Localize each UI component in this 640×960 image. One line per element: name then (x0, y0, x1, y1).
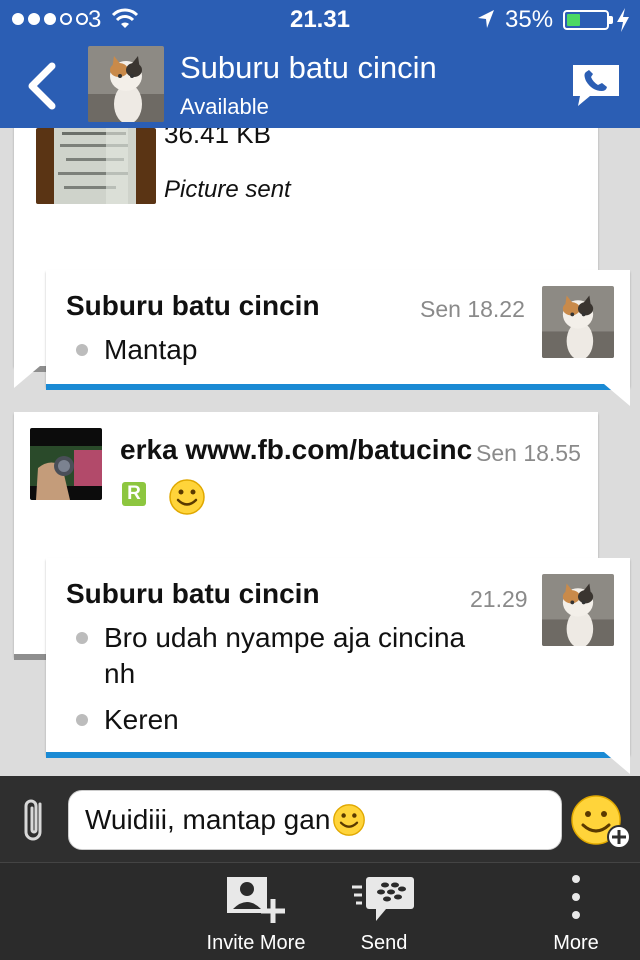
send-button[interactable]: Send (334, 863, 434, 960)
bullet (76, 344, 88, 356)
battery-level-fill (567, 14, 580, 26)
sender-avatar[interactable] (542, 286, 614, 358)
header-bar: 3 21.31 35% Suburu batu cincin Available (0, 0, 640, 128)
message-line: Mantap (104, 334, 198, 365)
bubble-tail (604, 384, 630, 406)
bubble-rule (46, 752, 630, 758)
bubble-rule (46, 384, 630, 390)
invite-more-button[interactable]: Invite More (196, 863, 316, 960)
location-arrow-icon (478, 10, 494, 28)
composer-bar: Wuidiii, mantap gan (0, 776, 640, 862)
bullet (76, 632, 88, 644)
message-sender: erka www.fb.com/batucincin (120, 434, 472, 465)
more-dots-icon (572, 875, 580, 919)
bubble-tail (14, 366, 40, 388)
sender-avatar[interactable] (30, 428, 102, 500)
sender-avatar[interactable] (542, 574, 614, 646)
message-input-text: Wuidiii, mantap gan (85, 804, 331, 835)
contact-avatar[interactable] (88, 46, 164, 122)
smiley-icon (169, 479, 205, 515)
picture-thumbnail[interactable] (36, 128, 156, 204)
more-button[interactable]: More (536, 863, 616, 960)
bbm-r-badge: R (122, 482, 146, 506)
emoji-picker-icon[interactable] (570, 794, 632, 850)
phone-icon[interactable] (570, 62, 622, 108)
chat-title: Suburu batu cincin (180, 50, 437, 85)
bbm-send-icon (352, 877, 414, 921)
message-line: Bro udah nyampe aja cincina (104, 622, 466, 653)
bubble-tail (604, 752, 630, 774)
paperclip-icon[interactable] (18, 794, 52, 844)
picture-sent-note: Picture sent (164, 176, 291, 203)
smiley-icon (333, 804, 366, 836)
more-label: More (553, 932, 599, 954)
battery-icon (563, 10, 609, 30)
message-line: Keren (104, 704, 179, 735)
charging-bolt-icon (617, 8, 629, 32)
file-size: 36.41 KB (164, 128, 271, 149)
bubble-tail (14, 526, 40, 548)
contact-status: Available (180, 94, 269, 119)
message-list[interactable]: 36.41 KB Picture sent Suburu batu cincin… (0, 128, 640, 776)
back-chevron-icon[interactable] (22, 62, 62, 110)
message-sender: Suburu batu cincin (66, 578, 320, 609)
message-time: Sen 18.55 (474, 440, 581, 467)
message-sender: Suburu batu cincin (66, 290, 320, 321)
battery-percent: 35% (505, 6, 554, 33)
battery-cap (609, 16, 613, 24)
message-time: 21.29 (470, 586, 528, 612)
message-time: Sen 18.22 (420, 296, 525, 322)
invite-contact-icon (227, 877, 285, 923)
invite-more-label: Invite More (206, 932, 306, 954)
bottom-toolbar: Invite More Send More (0, 862, 640, 960)
message-input[interactable]: Wuidiii, mantap gan (68, 790, 562, 850)
status-bar: 3 21.31 35% (0, 0, 640, 40)
bullet (76, 714, 88, 726)
send-label: Send (360, 932, 408, 954)
message-line: nh (104, 658, 136, 689)
